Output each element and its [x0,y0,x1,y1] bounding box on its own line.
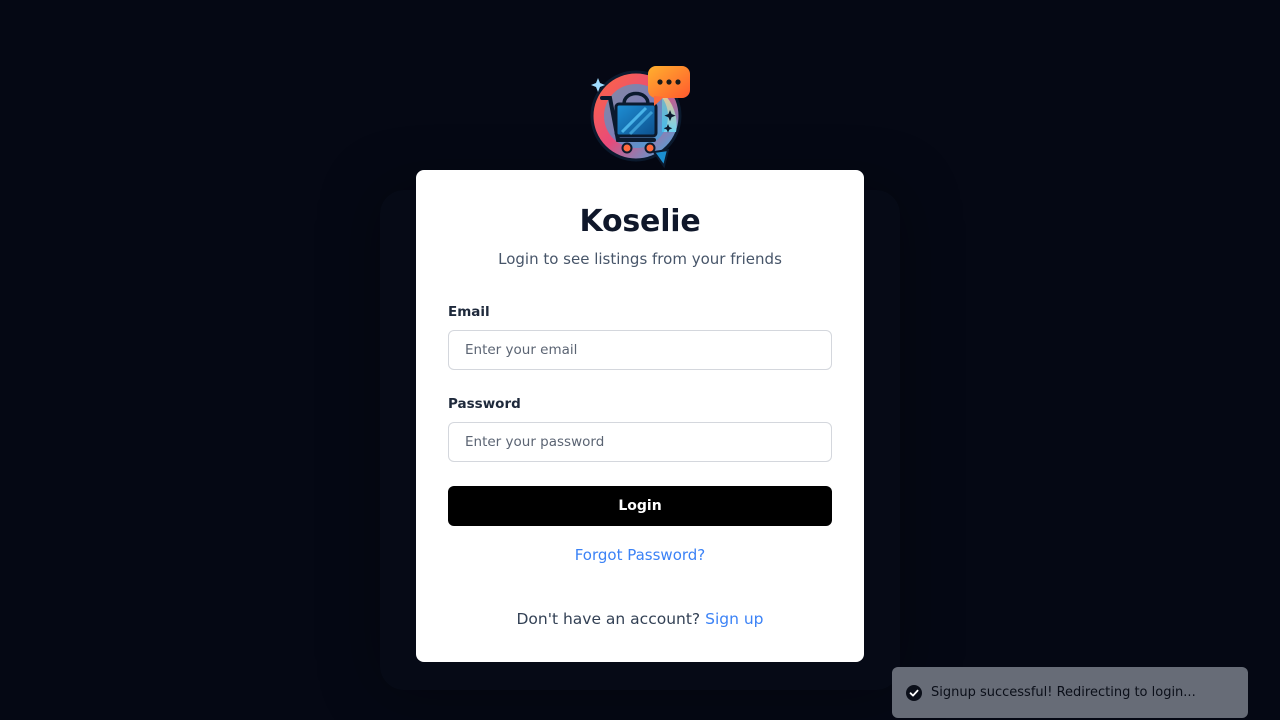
signup-link[interactable]: Sign up [705,610,763,628]
password-label: Password [448,396,521,412]
success-toast: Signup successful! Redirecting to login.… [892,667,1248,718]
koselie-logo [590,66,690,169]
email-label: Email [448,304,490,320]
login-subtitle: Login to see listings from your friends [498,250,782,268]
toast-message: Signup successful! Redirecting to login.… [931,684,1196,700]
password-input[interactable] [448,422,832,462]
login-button[interactable]: Login [448,486,832,526]
app-title: Koselie [579,204,701,239]
signup-prompt: Don't have an account? [516,610,701,628]
signup-row: Don't have an account? Sign up [416,608,864,630]
forgot-password-link[interactable]: Forgot Password? [416,544,864,566]
login-card: Koselie Login to see listings from your … [416,170,864,662]
check-circle-icon [906,684,922,701]
login-page: Koselie Login to see listings from your … [0,0,1280,720]
email-input[interactable] [448,330,832,370]
